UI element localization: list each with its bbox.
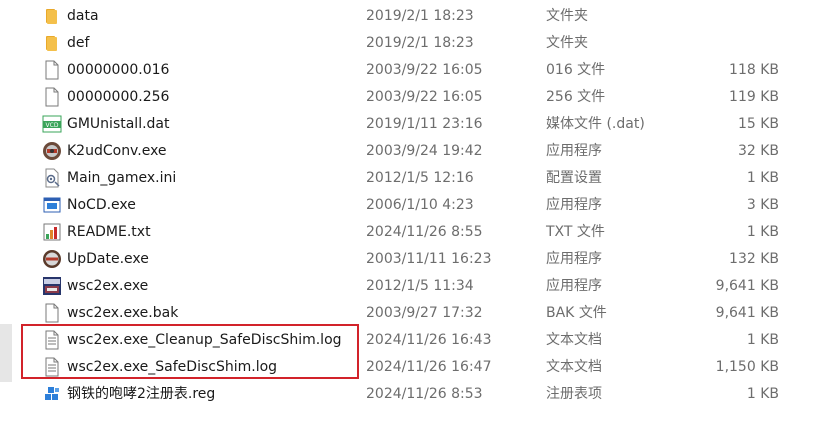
file-row-update-exe[interactable]: UpDate.exe 2003/11/11 16:23 应用程序 132 KB (0, 245, 827, 272)
file-row-wsc2ex-exe[interactable]: wsc2ex.exe 2012/1/5 11:34 应用程序 9,641 KB (0, 272, 827, 299)
file-name: data (67, 8, 99, 24)
blank-file-icon (42, 303, 62, 323)
file-size: 119 KB (729, 89, 779, 105)
file-date: 2006/1/10 4:23 (366, 197, 474, 213)
update-app-icon (42, 249, 62, 269)
file-name: GMUnistall.dat (67, 116, 170, 132)
file-type: 注册表项 (546, 386, 602, 402)
file-date: 2003/9/24 19:42 (366, 143, 483, 159)
file-size: 1 KB (746, 170, 779, 186)
file-size: 132 KB (729, 251, 779, 267)
folder-icon (42, 6, 62, 26)
file-date: 2003/11/11 16:23 (366, 251, 492, 267)
text-chart-icon (42, 222, 62, 242)
file-name: wsc2ex.exe (67, 278, 149, 294)
file-name: wsc2ex.exe_SafeDiscShim.log (67, 359, 278, 375)
file-date: 2012/1/5 11:34 (366, 278, 474, 294)
file-date: 2024/11/26 8:53 (366, 386, 483, 402)
file-row-cleanup-safediscshim-log[interactable]: wsc2ex.exe_Cleanup_SafeDiscShim.log 2024… (0, 326, 827, 353)
file-size: 1 KB (746, 332, 779, 348)
file-type: 256 文件 (546, 89, 606, 105)
file-list: data 2019/2/1 18:23 文件夹 def 2019/2/1 18:… (0, 2, 827, 407)
file-name: 钢铁的咆哮2注册表.reg (67, 386, 216, 402)
file-type: BAK 文件 (546, 305, 607, 321)
settings-file-icon (42, 168, 62, 188)
file-type: 文件夹 (546, 35, 588, 51)
file-name: wsc2ex.exe.bak (67, 305, 179, 321)
file-name: README.txt (67, 224, 151, 240)
file-name: NoCD.exe (67, 197, 136, 213)
file-date: 2003/9/22 16:05 (366, 62, 483, 78)
file-type: 应用程序 (546, 278, 602, 294)
file-date: 2012/1/5 12:16 (366, 170, 474, 186)
file-type: 文本文档 (546, 359, 602, 375)
file-row-00000000-016[interactable]: 00000000.016 2003/9/22 16:05 016 文件 118 … (0, 56, 827, 83)
file-type: 文件夹 (546, 8, 588, 24)
file-size: 118 KB (729, 62, 779, 78)
registry-icon (42, 384, 62, 404)
text-document-icon (42, 330, 62, 350)
file-size: 15 KB (737, 116, 779, 132)
game-app-icon (42, 276, 62, 296)
file-row-gmunistall-dat[interactable]: VCD GMUnistall.dat 2019/1/11 23:16 媒体文件 … (0, 110, 827, 137)
vcd-media-icon: VCD (42, 114, 62, 134)
k2udconv-app-icon (42, 141, 62, 161)
file-date: 2003/9/27 17:32 (366, 305, 483, 321)
file-name: wsc2ex.exe_Cleanup_SafeDiscShim.log (67, 332, 342, 348)
file-name: 00000000.016 (67, 62, 170, 78)
blank-file-icon (42, 60, 62, 80)
file-name: K2udConv.exe (67, 143, 167, 159)
file-date: 2024/11/26 16:47 (366, 359, 492, 375)
file-type: 016 文件 (546, 62, 606, 78)
file-row-safediscshim-log[interactable]: wsc2ex.exe_SafeDiscShim.log 2024/11/26 1… (0, 353, 827, 380)
file-row-nocd-exe[interactable]: NoCD.exe 2006/1/10 4:23 应用程序 3 KB (0, 191, 827, 218)
file-row-k2udconv-exe[interactable]: K2udConv.exe 2003/9/24 19:42 应用程序 32 KB (0, 137, 827, 164)
file-row-def[interactable]: def 2019/2/1 18:23 文件夹 (0, 29, 827, 56)
file-type: 媒体文件 (.dat) (546, 116, 645, 132)
file-row-readme-txt[interactable]: README.txt 2024/11/26 8:55 TXT 文件 1 KB (0, 218, 827, 245)
file-row-main-gamex-ini[interactable]: Main_gamex.ini 2012/1/5 12:16 配置设置 1 KB (0, 164, 827, 191)
file-name: def (67, 35, 90, 51)
file-size: 9,641 KB (715, 278, 779, 294)
text-document-icon (42, 357, 62, 377)
file-type: 应用程序 (546, 197, 602, 213)
file-type: 配置设置 (546, 170, 602, 186)
file-date: 2019/1/11 23:16 (366, 116, 483, 132)
file-row-data[interactable]: data 2019/2/1 18:23 文件夹 (0, 2, 827, 29)
file-size: 1,150 KB (715, 359, 779, 375)
file-size: 32 KB (737, 143, 779, 159)
blank-file-icon (42, 87, 62, 107)
svg-text:VCD: VCD (46, 122, 59, 129)
file-date: 2003/9/22 16:05 (366, 89, 483, 105)
file-type: 应用程序 (546, 251, 602, 267)
file-date: 2019/2/1 18:23 (366, 35, 474, 51)
file-date: 2024/11/26 16:43 (366, 332, 492, 348)
file-name: Main_gamex.ini (67, 170, 177, 186)
file-size: 1 KB (746, 386, 779, 402)
window-app-icon (42, 195, 62, 215)
folder-icon (42, 33, 62, 53)
file-type: TXT 文件 (546, 224, 605, 240)
file-row-registry-reg[interactable]: 钢铁的咆哮2注册表.reg 2024/11/26 8:53 注册表项 1 KB (0, 380, 827, 407)
file-type: 应用程序 (546, 143, 602, 159)
file-row-wsc2ex-exe-bak[interactable]: wsc2ex.exe.bak 2003/9/27 17:32 BAK 文件 9,… (0, 299, 827, 326)
file-size: 9,641 KB (715, 305, 779, 321)
file-date: 2024/11/26 8:55 (366, 224, 483, 240)
file-size: 1 KB (746, 224, 779, 240)
file-size: 3 KB (746, 197, 779, 213)
file-type: 文本文档 (546, 332, 602, 348)
file-name: 00000000.256 (67, 89, 170, 105)
file-row-00000000-256[interactable]: 00000000.256 2003/9/22 16:05 256 文件 119 … (0, 83, 827, 110)
file-date: 2019/2/1 18:23 (366, 8, 474, 24)
file-name: UpDate.exe (67, 251, 149, 267)
